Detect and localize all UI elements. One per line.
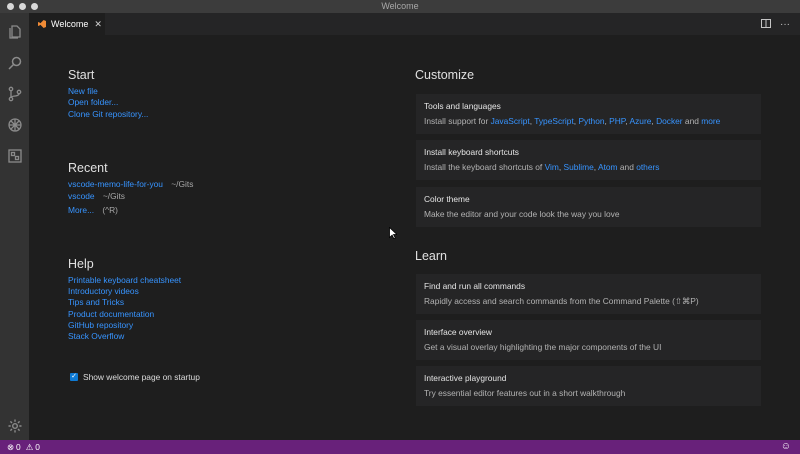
error-count: 0	[16, 442, 21, 452]
start-heading: Start	[68, 68, 95, 82]
customize-heading: Customize	[415, 68, 475, 82]
show-welcome-label: Show welcome page on startup	[83, 372, 200, 382]
card-description: Install the keyboard shortcuts of Vim, S…	[424, 162, 660, 172]
clone-git-link[interactable]: Clone Git repository...	[68, 109, 148, 119]
search-icon[interactable]	[5, 53, 24, 72]
settings-gear-icon[interactable]	[5, 416, 24, 435]
azure-link[interactable]: Azure	[630, 116, 652, 126]
card-title: Find and run all commands	[424, 281, 526, 291]
introductory-videos-link[interactable]: Introductory videos	[68, 286, 139, 296]
status-bar: ⊗ 0 ⚠ 0 ☺	[0, 440, 800, 454]
more-recent-link[interactable]: More...	[68, 205, 94, 215]
other-keymaps-link[interactable]: others	[636, 162, 659, 172]
product-documentation-link[interactable]: Product documentation	[68, 309, 154, 319]
tips-and-tricks-link[interactable]: Tips and Tricks	[68, 297, 124, 307]
tab-welcome[interactable]: Welcome ✕	[29, 13, 105, 35]
tools-languages-card[interactable]: Tools and languages Install support for …	[416, 94, 761, 134]
explorer-icon[interactable]	[5, 22, 24, 41]
recent-item: vscode ~/Gits	[68, 191, 125, 201]
help-heading: Help	[68, 257, 94, 271]
warning-icon: ⚠	[25, 442, 34, 452]
activity-bar	[0, 13, 29, 440]
more-recent-shortcut: (^R)	[102, 205, 118, 215]
card-description: Make the editor and your code look the w…	[424, 209, 620, 219]
tab-label: Welcome	[51, 19, 89, 29]
window-title: Welcome	[381, 1, 419, 11]
vscode-logo-icon	[38, 20, 46, 28]
editor-tabs: Welcome ✕ ···	[29, 13, 800, 35]
recent-more: More... (^R)	[68, 205, 118, 215]
recent-item-name[interactable]: vscode	[68, 191, 95, 201]
source-control-icon[interactable]	[5, 84, 24, 103]
sublime-link[interactable]: Sublime	[564, 162, 594, 172]
card-description: Install support for JavaScript, TypeScri…	[424, 116, 721, 126]
php-link[interactable]: PHP	[609, 116, 625, 126]
card-title: Interactive playground	[424, 373, 507, 383]
recent-item-name[interactable]: vscode-memo-life-for-you	[68, 179, 163, 189]
more-languages-link[interactable]: more	[701, 116, 720, 126]
title-bar: Welcome	[0, 0, 800, 13]
card-title: Install keyboard shortcuts	[424, 147, 519, 157]
recent-item-path: ~/Gits	[102, 191, 125, 201]
split-editor-icon[interactable]	[761, 19, 771, 28]
extensions-icon[interactable]	[5, 146, 24, 165]
card-title: Color theme	[424, 194, 470, 204]
docker-link[interactable]: Docker	[656, 116, 683, 126]
card-description: Rapidly access and search commands from …	[424, 296, 699, 306]
typescript-link[interactable]: TypeScript	[534, 116, 574, 126]
learn-heading: Learn	[415, 249, 447, 263]
github-repository-link[interactable]: GitHub repository	[68, 320, 133, 330]
keyboard-shortcuts-card[interactable]: Install keyboard shortcuts Install the k…	[416, 140, 761, 180]
tab-close-icon[interactable]: ✕	[94, 19, 102, 30]
atom-link[interactable]: Atom	[598, 162, 618, 172]
warning-count: 0	[35, 442, 40, 452]
debug-icon[interactable]	[5, 115, 24, 134]
card-title: Interface overview	[424, 327, 492, 337]
find-commands-card[interactable]: Find and run all commands Rapidly access…	[416, 274, 761, 314]
error-icon: ⊗	[7, 442, 15, 452]
stack-overflow-link[interactable]: Stack Overflow	[68, 331, 124, 341]
vim-link[interactable]: Vim	[545, 162, 559, 172]
interface-overview-card[interactable]: Interface overview Get a visual overlay …	[416, 320, 761, 360]
mouse-cursor-icon	[389, 227, 397, 239]
color-theme-card[interactable]: Color theme Make the editor and your cod…	[416, 187, 761, 227]
interactive-playground-card[interactable]: Interactive playground Try essential edi…	[416, 366, 761, 406]
more-actions-icon[interactable]: ···	[780, 19, 790, 30]
card-description: Get a visual overlay highlighting the ma…	[424, 342, 662, 352]
recent-item: vscode-memo-life-for-you ~/Gits	[68, 179, 193, 189]
new-file-link[interactable]: New file	[68, 86, 98, 96]
keyboard-cheatsheet-link[interactable]: Printable keyboard cheatsheet	[68, 275, 181, 285]
recent-item-path: ~/Gits	[171, 179, 194, 189]
recent-heading: Recent	[68, 161, 108, 175]
open-folder-link[interactable]: Open folder...	[68, 97, 118, 107]
problems-indicator[interactable]: ⊗ 0 ⚠ 0	[7, 442, 40, 452]
smiley-icon[interactable]: ☺	[781, 441, 791, 452]
card-description: Try essential editor features out in a s…	[424, 388, 626, 398]
welcome-page: Start New file Open folder... Clone Git …	[29, 35, 800, 440]
show-welcome-checkbox[interactable]: ✓	[70, 373, 78, 381]
python-link[interactable]: Python	[578, 116, 604, 126]
javascript-link[interactable]: JavaScript	[491, 116, 530, 126]
card-title: Tools and languages	[424, 101, 501, 111]
